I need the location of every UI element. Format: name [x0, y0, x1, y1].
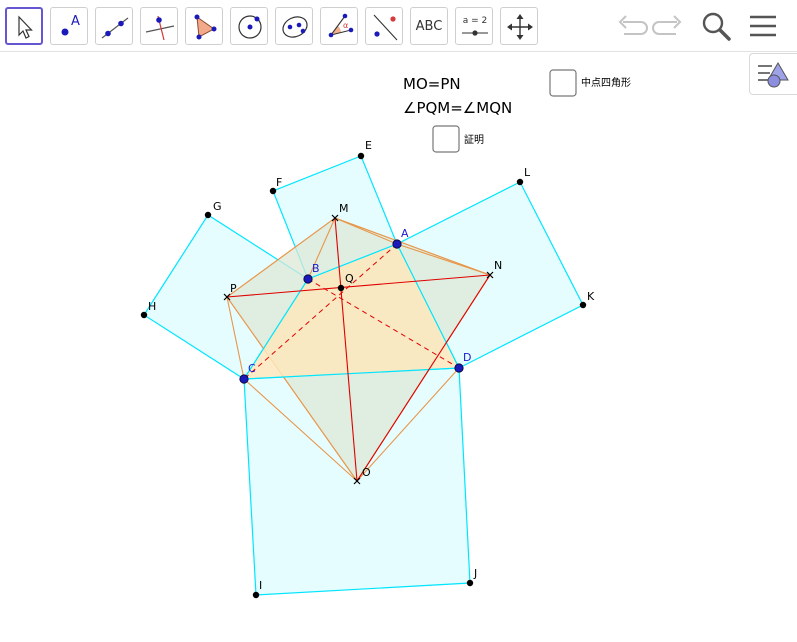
polygon-icon	[194, 14, 217, 40]
tool-conic[interactable]	[275, 7, 313, 45]
label-L: L	[524, 166, 531, 179]
style-bar-icon	[758, 62, 789, 88]
label-A: A	[401, 227, 409, 240]
point-J[interactable]	[466, 579, 474, 587]
label-I: I	[259, 579, 262, 592]
style-bar-toggle[interactable]	[749, 53, 797, 95]
search-icon[interactable]	[700, 10, 734, 44]
tool-point[interactable]: A	[50, 7, 88, 45]
point-D[interactable]	[454, 363, 464, 373]
graphics-view[interactable]: E F G H M A B Q P N L K C D O I J MO=PN …	[0, 52, 797, 642]
hamburger-menu-icon[interactable]	[746, 10, 780, 44]
circle-icon	[238, 15, 262, 39]
undo-icon[interactable]	[614, 10, 650, 42]
point-C[interactable]	[239, 374, 249, 384]
label-P: P	[230, 282, 237, 295]
label-E: E	[365, 139, 372, 152]
label-D: D	[463, 351, 471, 364]
point-K[interactable]	[579, 301, 587, 309]
tool-slider[interactable]: a = 2	[455, 7, 493, 45]
checkbox-proof-label: 証明	[464, 133, 484, 146]
label-K: K	[587, 290, 595, 303]
checkbox-proof[interactable]	[432, 125, 460, 153]
tool-text[interactable]: ABC	[410, 7, 448, 45]
label-Q: Q	[345, 272, 354, 285]
text-angle-equality: ∠PQM=∠MQN	[403, 99, 512, 117]
point-I[interactable]	[252, 591, 260, 599]
ellipse-icon	[282, 16, 308, 38]
label-O: O	[362, 466, 371, 479]
point-B[interactable]	[303, 274, 313, 284]
point-L[interactable]	[516, 178, 524, 186]
perpendicular-line-icon	[145, 15, 175, 41]
move-arrows-icon	[507, 14, 533, 40]
label-H: H	[148, 300, 156, 313]
tool-angle-label: α	[343, 21, 348, 30]
redo-icon[interactable]	[650, 10, 686, 42]
label-N: N	[494, 259, 502, 272]
angle-icon: α	[328, 13, 354, 38]
point-G[interactable]	[204, 211, 212, 219]
checkbox-midpoint-quad-label: 中点四角形	[581, 76, 631, 89]
tool-line[interactable]	[95, 7, 133, 45]
label-F: F	[276, 176, 282, 189]
label-B: B	[312, 262, 320, 275]
tool-circle[interactable]	[230, 7, 268, 45]
tool-move-graphics-view[interactable]	[500, 7, 538, 45]
tool-text-label: ABC	[415, 18, 443, 34]
slider-icon: a = 2	[462, 16, 488, 36]
tool-perpendicular-line[interactable]	[140, 7, 178, 45]
tool-slider-label: a = 2	[463, 16, 488, 26]
label-G: G	[213, 200, 222, 213]
point-A[interactable]	[392, 239, 402, 249]
point-E[interactable]	[357, 152, 365, 160]
tool-move[interactable]	[5, 7, 43, 45]
point-Q[interactable]	[337, 284, 345, 292]
tool-point-label: A	[71, 14, 80, 29]
point-H[interactable]	[140, 311, 148, 319]
tool-angle[interactable]: α	[320, 7, 358, 45]
tool-polygon[interactable]	[185, 7, 223, 45]
line-icon	[101, 17, 129, 39]
label-J: J	[473, 567, 477, 580]
label-C: C	[248, 362, 256, 375]
reflect-icon	[373, 14, 398, 41]
toolbar: A α ABC a = 2	[0, 0, 797, 52]
arrow-cursor-icon	[18, 15, 33, 39]
label-M: M	[339, 202, 349, 215]
checkbox-midpoint-quad[interactable]	[549, 69, 577, 97]
text-mo-equals-pn: MO=PN	[403, 75, 461, 93]
point-icon: A	[61, 14, 80, 36]
tool-reflect[interactable]	[365, 7, 403, 45]
